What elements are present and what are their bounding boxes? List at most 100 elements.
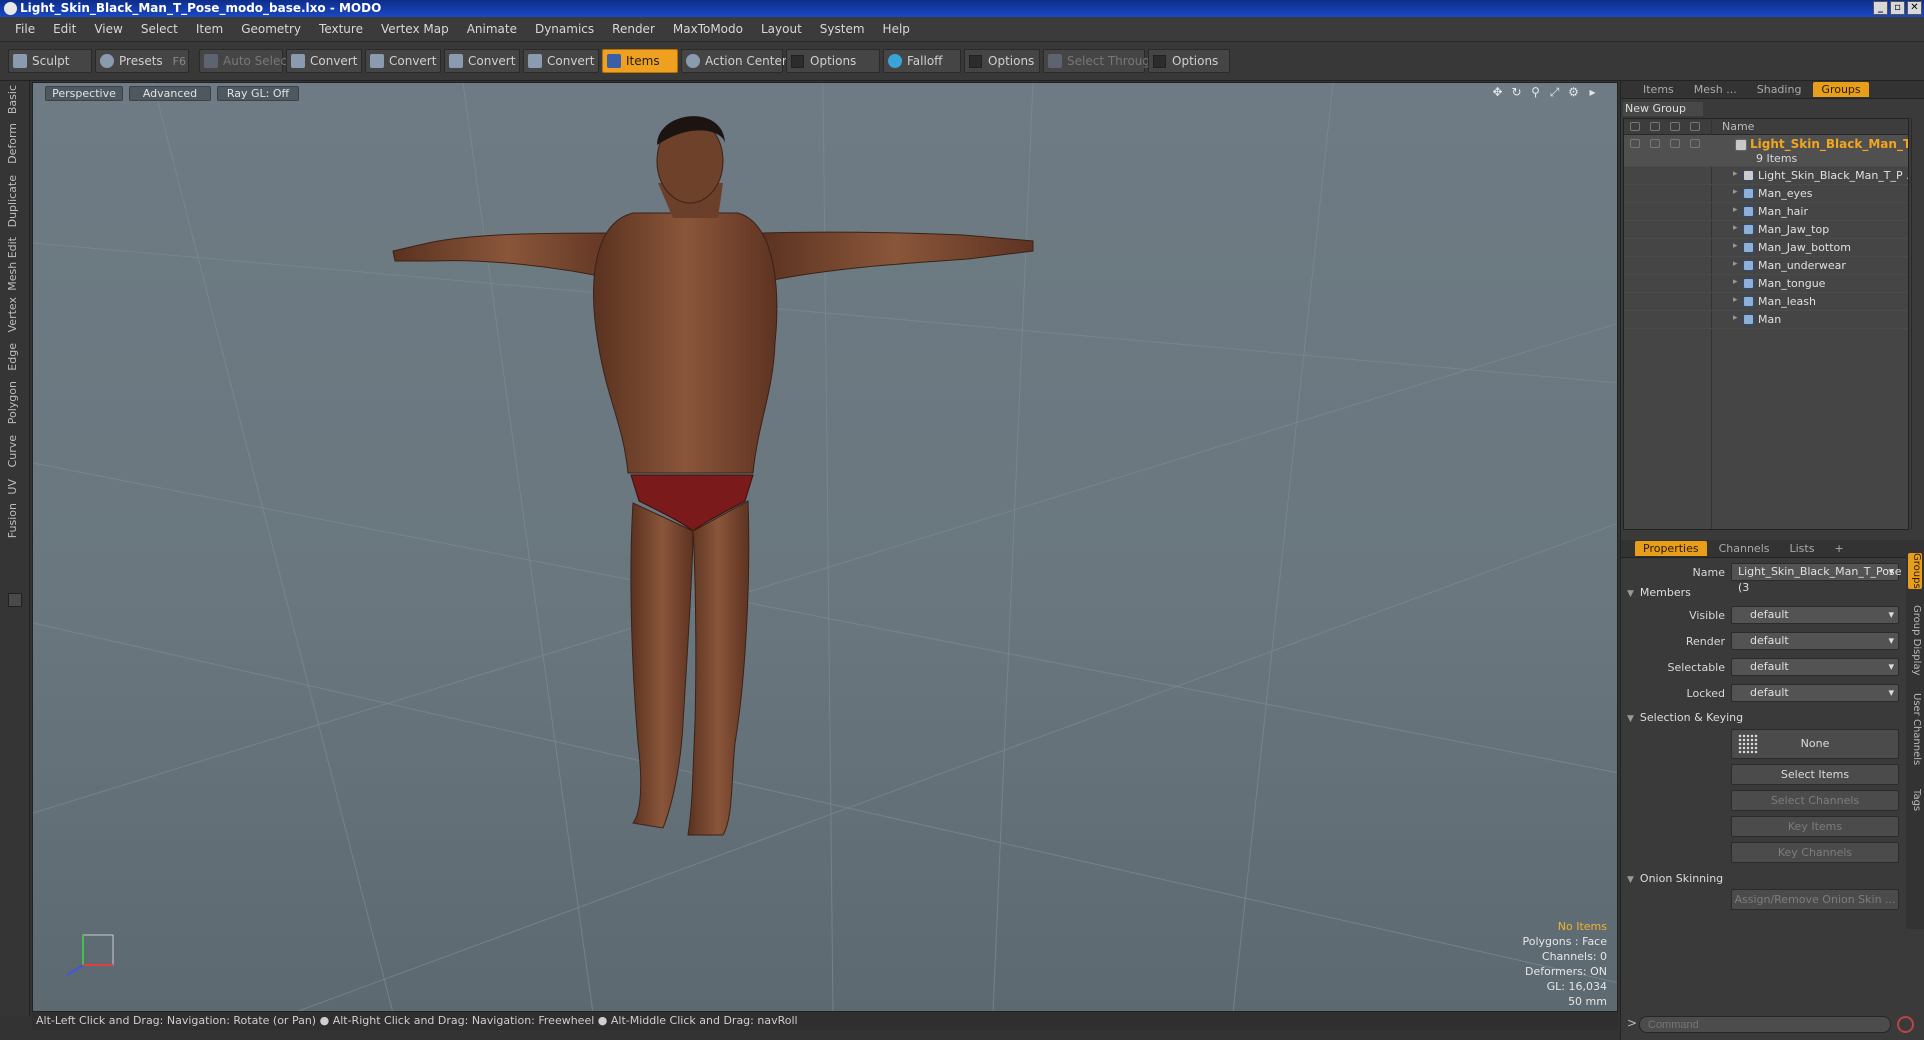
name-field[interactable]: Light_Skin_Black_Man_T_Pose (3 <box>1731 563 1902 594</box>
tab-properties[interactable]: Properties <box>1635 541 1707 556</box>
locked-dropdown[interactable]: default <box>1731 684 1899 702</box>
menu-render[interactable]: Render <box>603 22 664 36</box>
expand-toolbox-icon[interactable] <box>8 593 22 607</box>
tab-groups[interactable]: Groups <box>1813 82 1869 97</box>
side-tab-tags[interactable]: Tags <box>1908 789 1922 811</box>
pan-icon[interactable]: ✥ <box>1491 86 1504 99</box>
menu-maxtomodo[interactable]: MaxToModo <box>664 22 752 36</box>
tab-vertex[interactable]: Vertex <box>6 297 24 332</box>
falloff-button[interactable]: Falloff <box>883 49 961 73</box>
menu-dynamics[interactable]: Dynamics <box>526 22 603 36</box>
chevron-right-icon[interactable]: ▸ <box>1586 86 1599 99</box>
tab-polygon[interactable]: Polygon <box>6 381 24 424</box>
tab-curve[interactable]: Curve <box>6 435 24 467</box>
list-item[interactable]: ▸ Man_tongue <box>1624 275 1908 293</box>
gear-icon[interactable]: ⚙ <box>1567 86 1580 99</box>
action-center-options-button[interactable]: Options <box>786 49 880 73</box>
zoom-icon[interactable]: ⚲ <box>1529 86 1542 99</box>
select-through-options-button[interactable]: Options <box>1148 49 1230 73</box>
right-leg[interactable] <box>687 500 750 836</box>
menu-geometry[interactable]: Geometry <box>232 22 310 36</box>
menu-layout[interactable]: Layout <box>752 22 811 36</box>
list-item[interactable]: ▸ Light_Skin_Black_Man_T_P ... <box>1624 167 1908 185</box>
convert-edge-button[interactable]: Convert <box>365 49 441 73</box>
list-item[interactable]: ▸ Man_Jaw_top <box>1624 221 1908 239</box>
tab-channels[interactable]: Channels <box>1711 541 1778 556</box>
menu-file[interactable]: File <box>6 22 44 36</box>
list-item[interactable]: ▸ Man <box>1624 311 1908 329</box>
menu-edit[interactable]: Edit <box>44 22 85 36</box>
presets-button[interactable]: Presets F6 <box>95 49 189 73</box>
torso[interactable] <box>593 212 778 474</box>
lock-icon[interactable] <box>1670 139 1680 148</box>
tab-shading[interactable]: Shading <box>1749 82 1810 97</box>
character-model[interactable] <box>33 83 1618 1012</box>
tab-fusion[interactable]: Fusion <box>6 503 24 538</box>
command-input[interactable] <box>1639 1016 1891 1033</box>
menu-select[interactable]: Select <box>132 22 187 36</box>
visibility-eye-icon[interactable] <box>1630 139 1640 148</box>
select-channels-button[interactable]: Select Channels <box>1731 790 1899 811</box>
select-items-button[interactable]: Select Items <box>1731 764 1899 785</box>
menu-system[interactable]: System <box>811 22 874 36</box>
auto-select-button[interactable]: Auto Select <box>199 49 292 73</box>
close-button[interactable]: ✕ <box>1907 1 1922 15</box>
none-button[interactable]: None <box>1731 729 1899 759</box>
render-icon[interactable] <box>1650 139 1660 148</box>
tab-duplicate[interactable]: Duplicate <box>6 175 24 227</box>
list-item[interactable]: ▸ Man_hair <box>1624 203 1908 221</box>
menu-help[interactable]: Help <box>874 22 919 36</box>
groups-list-scrollbar[interactable] <box>1911 118 1924 530</box>
render-dropdown[interactable]: default <box>1731 632 1899 650</box>
onion-skinning-section[interactable]: ▼ Onion Skinning <box>1627 872 1723 885</box>
tab-basic[interactable]: Basic <box>6 85 24 114</box>
convert-polygon-button[interactable]: Convert <box>444 49 520 73</box>
tab-lists[interactable]: Lists <box>1782 541 1823 556</box>
tab-uv[interactable]: UV <box>6 479 24 495</box>
minimize-button[interactable]: _ <box>1873 1 1888 15</box>
convert-vertex-button[interactable]: Convert <box>286 49 362 73</box>
key-channels-button[interactable]: Key Channels <box>1731 842 1899 863</box>
name-column-header[interactable]: Name <box>1722 120 1754 133</box>
menu-vertex-map[interactable]: Vertex Map <box>372 22 458 36</box>
tab-mesh-edit[interactable]: Mesh Edit <box>6 237 24 291</box>
left-leg[interactable] <box>630 502 694 829</box>
group-row[interactable]: Light_Skin_Black_Man_T... 9 Items <box>1624 135 1908 167</box>
list-item[interactable]: ▸ Man_eyes <box>1624 185 1908 203</box>
left-arm[interactable] <box>392 232 624 282</box>
menu-view[interactable]: View <box>85 22 131 36</box>
right-arm[interactable] <box>757 231 1034 284</box>
shading-mode-selector[interactable]: Advanced <box>129 86 211 101</box>
key-items-button[interactable]: Key Items <box>1731 816 1899 837</box>
convert-item-button[interactable]: Convert <box>523 49 599 73</box>
assign-onion-skin-button[interactable]: Assign/Remove Onion Skin ... <box>1731 889 1899 910</box>
tab-mesh[interactable]: Mesh ... <box>1686 82 1745 97</box>
select-through-button[interactable]: Select Through <box>1043 49 1158 73</box>
falloff-options-button[interactable]: Options <box>964 49 1040 73</box>
sculpt-button[interactable]: Sculpt <box>8 49 92 73</box>
side-tab-group-display[interactable]: Group Display <box>1908 605 1922 675</box>
tab-items[interactable]: Items <box>1635 82 1682 97</box>
fit-icon[interactable]: ⤢ <box>1548 86 1561 99</box>
list-item[interactable]: ▸ Man_leash <box>1624 293 1908 311</box>
items-mode-button[interactable]: Items <box>602 49 678 73</box>
3d-viewport[interactable]: Perspective Advanced Ray GL: Off ✥ ↻ ⚲ ⤢… <box>32 82 1618 1012</box>
selection-keying-section[interactable]: ▼ Selection & Keying <box>1627 711 1743 724</box>
visible-dropdown[interactable]: default <box>1731 606 1899 624</box>
list-item[interactable]: ▸ Man_underwear <box>1624 257 1908 275</box>
menu-texture[interactable]: Texture <box>310 22 372 36</box>
menu-item[interactable]: Item <box>187 22 232 36</box>
menu-animate[interactable]: Animate <box>458 22 526 36</box>
new-group-button[interactable]: New Group <box>1623 102 1703 116</box>
select-icon[interactable] <box>1690 139 1700 148</box>
members-section[interactable]: ▼ Members <box>1627 586 1691 599</box>
rotate-icon[interactable]: ↻ <box>1510 86 1523 99</box>
side-tab-groups[interactable]: Groups <box>1908 553 1922 589</box>
side-tab-user-channels[interactable]: User Channels <box>1908 693 1922 765</box>
maximize-button[interactable]: ▫ <box>1890 1 1905 15</box>
selectable-dropdown[interactable]: default <box>1731 658 1899 676</box>
tab-deform[interactable]: Deform <box>6 123 24 164</box>
command-history-button[interactable] <box>1897 1016 1914 1033</box>
list-item[interactable]: ▸ Man_Jaw_bottom <box>1624 239 1908 257</box>
tab-edge[interactable]: Edge <box>6 343 24 371</box>
